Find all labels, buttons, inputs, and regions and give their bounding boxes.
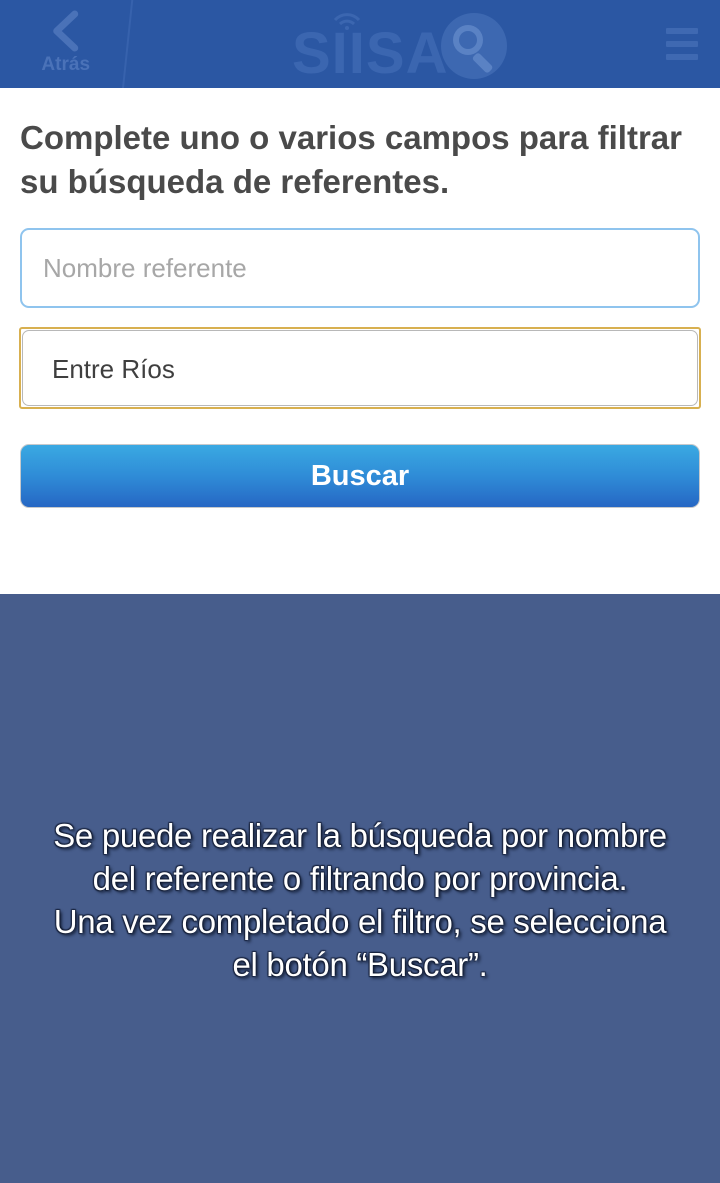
- chevron-left-icon: [53, 10, 79, 52]
- province-select[interactable]: Entre Ríos: [22, 330, 698, 406]
- help-text-line: Una vez completado el filtro, se selecci…: [53, 903, 667, 940]
- logo-text: SIISA: [292, 21, 449, 86]
- search-form: Complete uno o varios campos para filtra…: [0, 88, 720, 594]
- province-select-focus-ring: Entre Ríos: [19, 327, 701, 409]
- siisa-logo: SIISA: [290, 10, 510, 86]
- back-button[interactable]: Atrás: [0, 0, 134, 88]
- help-text: Se puede realizar la búsqueda por nombre…: [0, 814, 720, 986]
- form-instructions: Complete uno o varios campos para filtra…: [20, 119, 682, 200]
- help-text-line: el botón “Buscar”.: [232, 946, 488, 983]
- help-overlay: Se puede realizar la búsqueda por nombre…: [0, 594, 720, 1183]
- logo-magnifier-icon: [441, 13, 507, 79]
- search-button[interactable]: Buscar: [20, 444, 700, 508]
- referent-name-input[interactable]: [20, 228, 700, 308]
- top-bar: Atrás SIISA: [0, 0, 720, 88]
- help-text-line: del referente o filtrando por provincia.: [92, 860, 628, 897]
- help-text-line: Se puede realizar la búsqueda por nombre: [53, 817, 667, 854]
- back-label: Atrás: [41, 54, 91, 75]
- app-screen: Atrás SIISA Complete uno o varios campos…: [0, 0, 720, 1183]
- hamburger-menu-icon[interactable]: [666, 28, 698, 60]
